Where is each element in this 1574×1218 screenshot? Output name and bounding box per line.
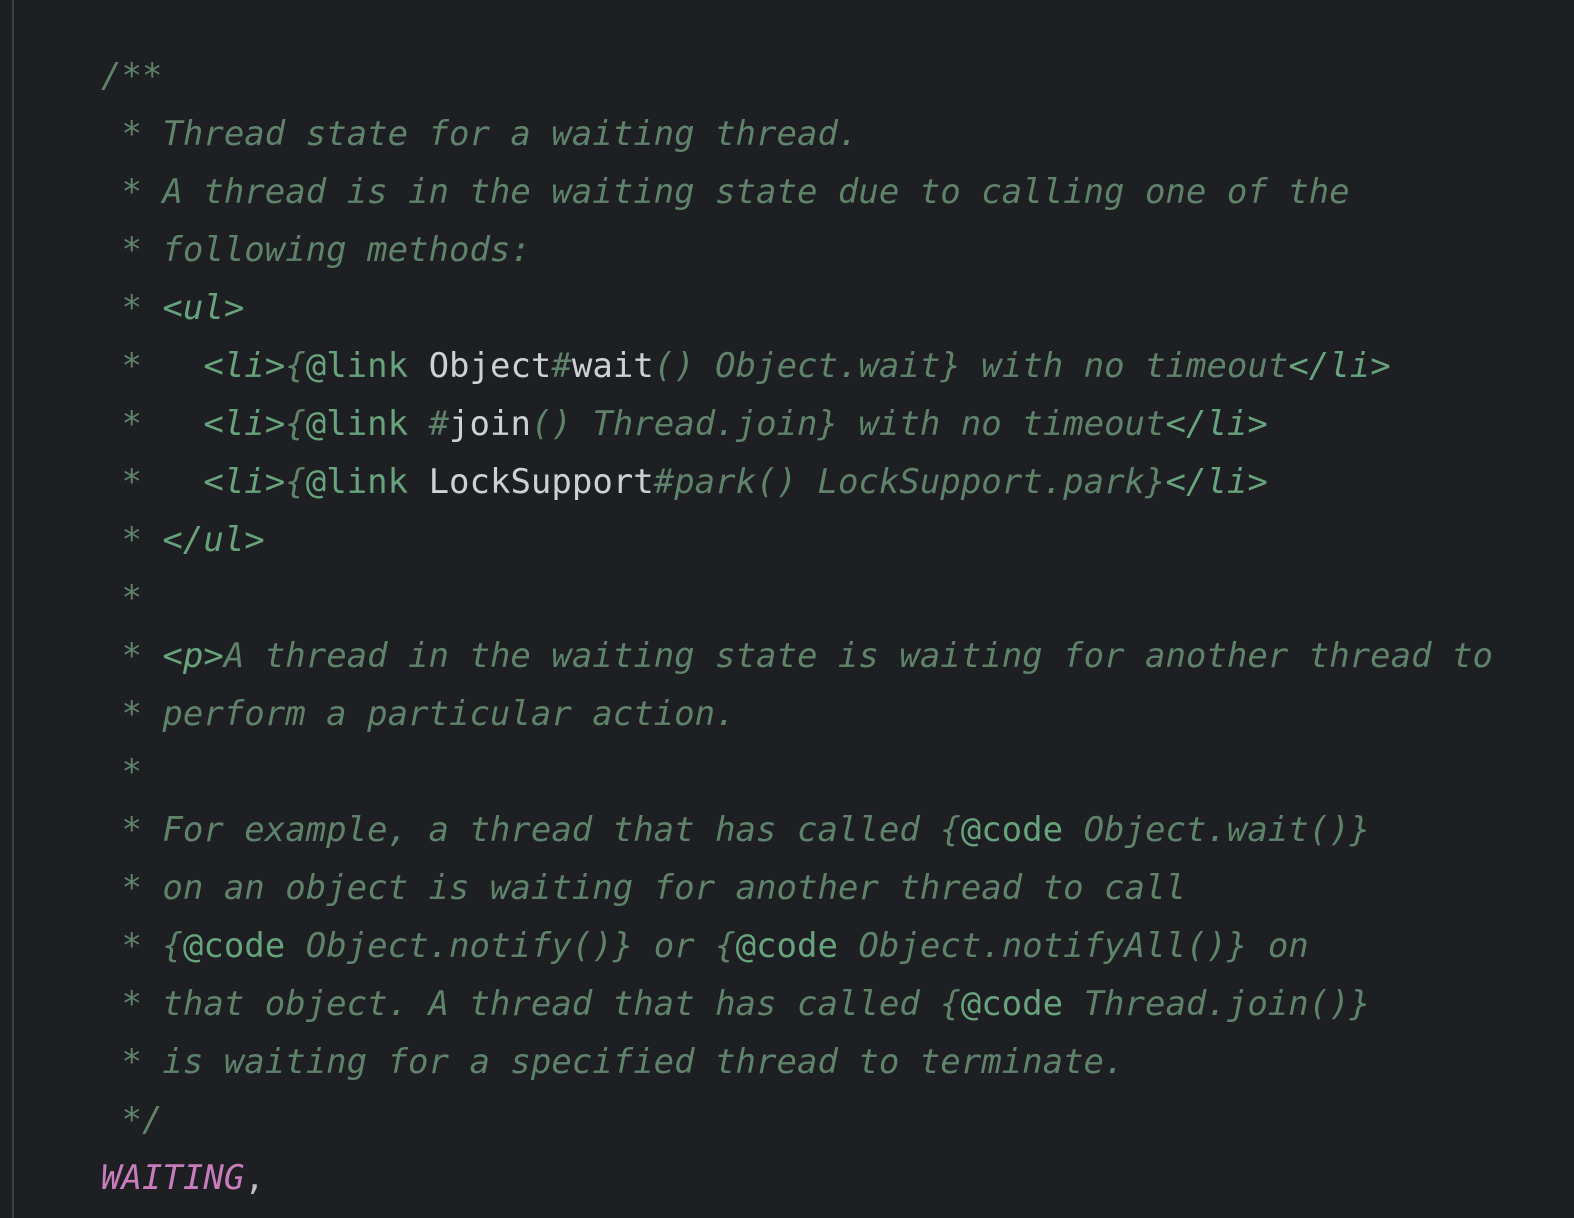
code-token: @code: [182, 926, 286, 966]
code-token: *: [101, 462, 204, 502]
code-token: * A thread is in the waiting state due t…: [101, 172, 1350, 212]
code-token: *: [101, 578, 142, 618]
code-line[interactable]: * perform a particular action.: [0, 685, 1493, 743]
code-line[interactable]: * Thread state for a waiting thread.: [0, 105, 1493, 163]
code-token: * is waiting for a specified thread to t…: [101, 1042, 1125, 1082]
code-token: <li>: [203, 462, 286, 502]
code-line[interactable]: * A thread is in the waiting state due t…: [0, 163, 1493, 221]
code-token: * {: [101, 926, 183, 966]
code-line[interactable]: *: [0, 743, 1493, 801]
code-line[interactable]: * <ul>: [0, 279, 1493, 337]
code-block[interactable]: /** * Thread state for a waiting thread.…: [0, 47, 1493, 1207]
code-token: join: [449, 404, 531, 444]
code-token: <p>: [162, 636, 224, 676]
code-line[interactable]: WAITING,: [0, 1149, 1493, 1207]
code-token: ,: [244, 1158, 265, 1198]
code-line[interactable]: /**: [0, 47, 1493, 105]
code-token: #: [551, 346, 572, 386]
code-token: Thread.join()}: [1063, 984, 1371, 1024]
code-token: @link: [305, 346, 429, 386]
code-token: *: [101, 636, 163, 676]
code-token: Object.notify()} or {: [285, 926, 736, 966]
code-token: * Thread state for a waiting thread.: [101, 114, 859, 154]
code-token: Object.notifyAll()} on: [837, 926, 1309, 966]
code-token: *: [101, 520, 163, 560]
code-token: {: [285, 462, 306, 502]
code-token: @link: [305, 404, 429, 444]
code-line[interactable]: * <li>{@link LockSupport#park() LockSupp…: [0, 453, 1493, 511]
code-token: */: [101, 1100, 163, 1140]
code-token: <li>: [203, 404, 286, 444]
code-token: LockSupport: [428, 462, 654, 502]
code-line[interactable]: * {@code Object.notify()} or {@code Obje…: [0, 917, 1493, 975]
code-token: @link: [305, 462, 429, 502]
code-line[interactable]: * is waiting for a specified thread to t…: [0, 1033, 1493, 1091]
code-line[interactable]: * <li>{@link #join() Thread.join} with n…: [0, 395, 1493, 453]
code-line[interactable]: * <p>A thread in the waiting state is wa…: [0, 627, 1493, 685]
code-token: * on an object is waiting for another th…: [101, 868, 1186, 908]
code-line[interactable]: *: [0, 569, 1493, 627]
code-token: WAITING: [101, 1158, 245, 1198]
code-token: () Object.wait} with no timeout: [653, 346, 1289, 386]
code-token: *: [101, 404, 204, 444]
code-line[interactable]: * <li>{@link Object#wait() Object.wait} …: [0, 337, 1493, 395]
code-token: Object.wait()}: [1063, 810, 1371, 850]
code-token: <ul>: [162, 288, 245, 328]
code-token: *: [101, 346, 204, 386]
code-token: </li>: [1288, 346, 1391, 386]
code-token: {: [285, 346, 306, 386]
code-line[interactable]: */: [0, 1091, 1493, 1149]
code-token: * For example, a thread that has called …: [101, 810, 961, 850]
code-token: *: [101, 752, 142, 792]
code-token: </li>: [1165, 404, 1268, 444]
code-token: *: [101, 288, 163, 328]
code-token: @code: [735, 926, 838, 966]
code-token: @code: [960, 810, 1064, 850]
code-line[interactable]: * following methods:: [0, 221, 1493, 279]
code-token: </li>: [1165, 462, 1268, 502]
code-line[interactable]: * </ul>: [0, 511, 1493, 569]
code-token: #park() LockSupport.park}: [653, 462, 1166, 502]
code-line[interactable]: * on an object is waiting for another th…: [0, 859, 1493, 917]
code-token: wait: [571, 346, 654, 386]
code-token: * following methods:: [101, 230, 531, 270]
code-line[interactable]: * For example, a thread that has called …: [0, 801, 1493, 859]
code-token: <li>: [203, 346, 286, 386]
code-token: Object: [428, 346, 552, 386]
code-token: () Thread.join} with no timeout: [530, 404, 1166, 444]
code-token: * perform a particular action.: [101, 694, 736, 734]
code-token: #: [428, 404, 450, 444]
code-editor[interactable]: /** * Thread state for a waiting thread.…: [0, 0, 1574, 1218]
code-token: @code: [960, 984, 1064, 1024]
code-line[interactable]: * that object. A thread that has called …: [0, 975, 1493, 1033]
code-token: {: [285, 404, 306, 444]
code-token: * that object. A thread that has called …: [101, 984, 961, 1024]
code-token: /**: [101, 56, 163, 96]
code-token: A thread in the waiting state is waiting…: [223, 636, 1493, 676]
code-token: </ul>: [162, 520, 265, 560]
